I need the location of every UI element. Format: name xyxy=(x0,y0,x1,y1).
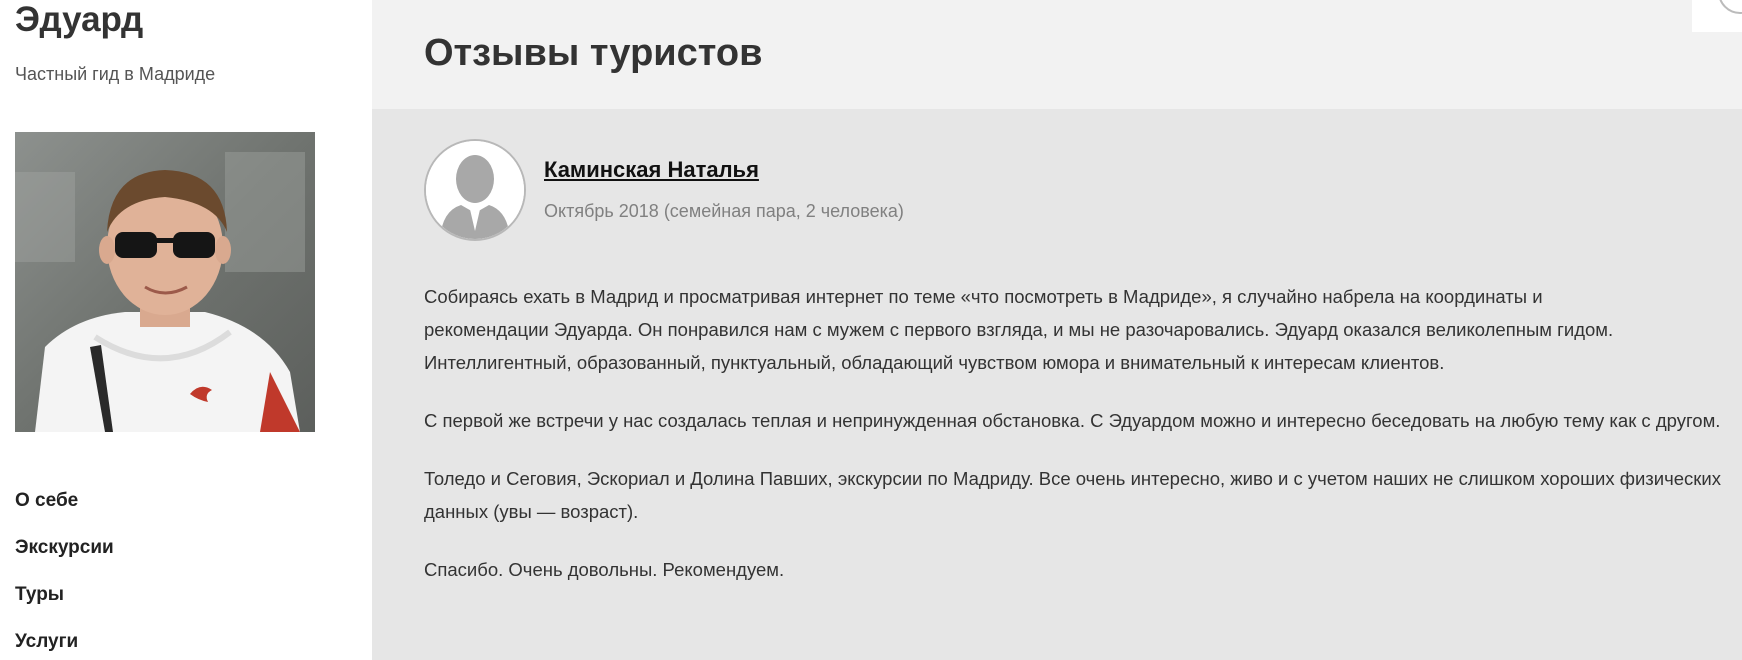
review-paragraph: Собираясь ехать в Мадрид и просматривая … xyxy=(424,286,1614,373)
reviewer-name-link[interactable]: Каминская Наталья xyxy=(544,155,759,185)
sidebar-link-about[interactable]: О себе xyxy=(15,490,78,511)
review-meta: Октябрь 2018 (семейная пара, 2 человека) xyxy=(544,201,904,221)
review-paragraph: Спасибо. Очень довольны. Рекомендуем. xyxy=(424,559,785,580)
sidebar-item-tours: Туры xyxy=(15,580,114,627)
sidebar-nav: О себе Экскурсии Туры Услуги xyxy=(15,486,114,660)
review-paragraph: С первой же встречи у нас создалась тепл… xyxy=(424,410,1721,431)
sidebar-item-services: Услуги xyxy=(15,627,114,660)
sidebar-link-tours[interactable]: Туры xyxy=(15,584,64,605)
corner-circle-icon xyxy=(1718,0,1742,14)
corner-widget[interactable] xyxy=(1692,0,1742,32)
guide-photo xyxy=(15,132,315,432)
page-header: Отзывы туристов xyxy=(372,0,1742,109)
site-name[interactable]: Эдуард xyxy=(15,0,143,42)
guide-photo-image xyxy=(15,132,315,432)
sidebar-item-excursions: Экскурсии xyxy=(15,533,114,580)
main-content: Отзывы туристов Каминская Наталья Октябр… xyxy=(372,0,1742,660)
sidebar-link-services[interactable]: Услуги xyxy=(15,631,78,652)
sidebar: Эдуард Частный гид в Мадриде О себе Экск… xyxy=(0,0,372,660)
avatar-image xyxy=(426,141,524,239)
review-body: Собираясь ехать в Мадрид и просматривая … xyxy=(424,280,1734,611)
sidebar-link-excursions[interactable]: Экскурсии xyxy=(15,537,114,558)
sidebar-item-about: О себе xyxy=(15,486,114,533)
site-tagline: Частный гид в Мадриде xyxy=(15,64,216,84)
page-title: Отзывы туристов xyxy=(424,32,763,74)
review-paragraph: Толедо и Сеговия, Эскориал и Долина Павш… xyxy=(424,468,1721,522)
user-silhouette-icon xyxy=(424,139,526,241)
page: Эдуард Частный гид в Мадриде О себе Экск… xyxy=(0,0,1742,660)
